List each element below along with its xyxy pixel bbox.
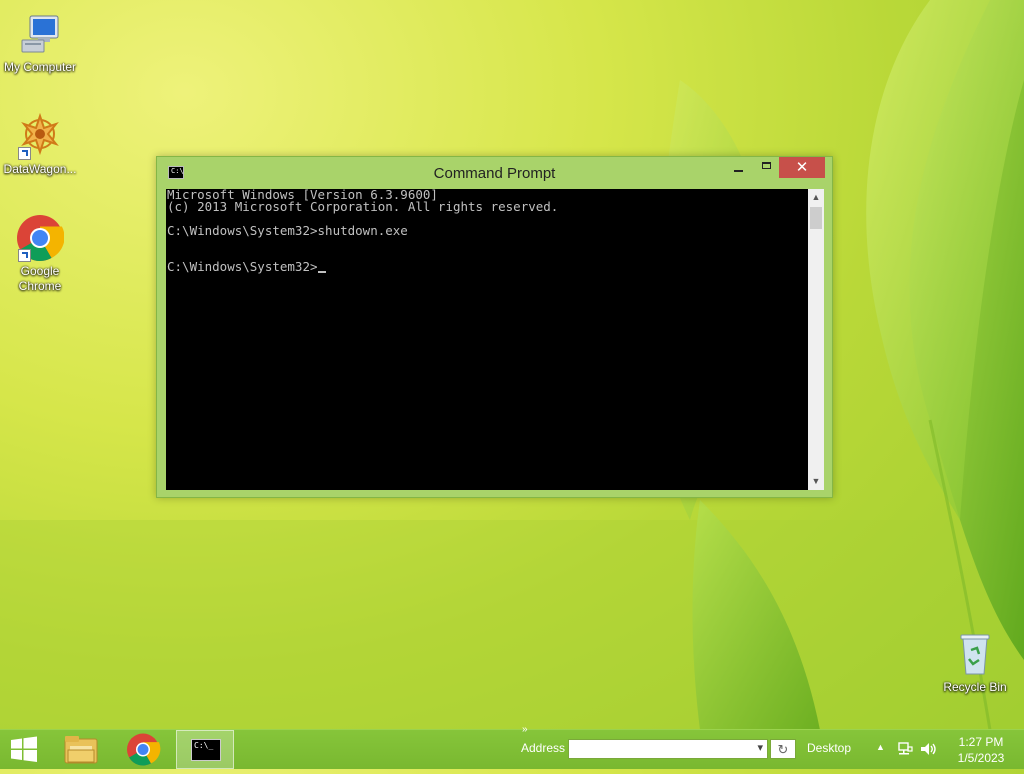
vertical-scrollbar[interactable]: ▲ ▼: [808, 189, 824, 490]
network-icon[interactable]: [897, 741, 913, 757]
chrome-icon: [127, 733, 161, 766]
desktop-icon-recycle-bin[interactable]: Recycle Bin: [935, 630, 1015, 695]
desktop-icon-datawagon[interactable]: DataWagon...: [0, 112, 80, 177]
text-cursor: [317, 271, 326, 273]
system-clock[interactable]: 1:27 PM 1/5/2023: [950, 734, 1012, 766]
close-button[interactable]: ✕: [779, 157, 825, 178]
maximize-button[interactable]: [755, 157, 779, 178]
desktop-icon-label: DataWagon...: [3, 162, 77, 176]
taskbar: C:\_ » Address ▾ ↻ Desktop ▲ 1:27 PM 1/5…: [0, 724, 1024, 769]
computer-icon: [16, 10, 64, 58]
console-output[interactable]: Microsoft Windows [Version 6.3.9600] (c)…: [166, 189, 808, 490]
shortcut-arrow-icon: [18, 249, 31, 262]
desktop-icon-label: My Computer: [3, 60, 77, 74]
scroll-down-icon[interactable]: ▼: [808, 473, 824, 490]
taskbar-file-explorer[interactable]: [58, 730, 104, 769]
datawagon-icon: [16, 112, 64, 160]
address-input[interactable]: ▾: [568, 739, 768, 759]
chrome-icon: [16, 214, 65, 262]
console-line: C:\Windows\System32>shutdown.exe: [167, 223, 408, 238]
taskbar-command-prompt[interactable]: C:\_: [176, 730, 234, 769]
refresh-icon: ↻: [777, 742, 789, 757]
close-icon: ✕: [795, 159, 809, 176]
console-line: (c) 2013 Microsoft Corporation. All righ…: [167, 199, 559, 214]
command-prompt-window[interactable]: C:\ Command Prompt ✕ Microsoft Windows […: [156, 156, 833, 498]
toolbar-chevron-icon[interactable]: »: [522, 724, 528, 735]
volume-icon[interactable]: [920, 741, 938, 757]
desktop-icon-my-computer[interactable]: My Computer: [0, 10, 80, 75]
clock-date: 1/5/2023: [957, 751, 1005, 765]
title-bar[interactable]: C:\ Command Prompt ✕: [157, 157, 832, 189]
start-button[interactable]: [0, 730, 48, 769]
minimize-button[interactable]: [723, 157, 755, 178]
clock-time: 1:27 PM: [958, 735, 1004, 749]
taskbar-google-chrome[interactable]: [120, 730, 166, 769]
scroll-thumb[interactable]: [810, 207, 822, 229]
refresh-button[interactable]: ↻: [770, 739, 796, 759]
folder-icon: [64, 736, 98, 764]
desktop-icon-label: Recycle Bin: [943, 680, 1007, 694]
console-prompt: C:\Windows\System32>: [167, 259, 318, 274]
chevron-down-icon[interactable]: ▾: [757, 741, 763, 754]
cmd-icon: C:\_: [191, 739, 221, 761]
scroll-up-icon[interactable]: ▲: [808, 189, 824, 206]
show-hidden-icons-icon[interactable]: ▲: [876, 742, 885, 752]
recycle-bin-icon: [951, 630, 999, 678]
desktop-toolbar-label[interactable]: Desktop: [807, 741, 851, 755]
address-toolbar-label: Address: [521, 741, 566, 755]
desktop-icon-label: Google Chrome: [18, 264, 62, 293]
shortcut-arrow-icon: [18, 147, 31, 160]
desktop-icon-google-chrome[interactable]: Google Chrome: [0, 214, 80, 294]
windows-logo-icon: [11, 736, 37, 762]
